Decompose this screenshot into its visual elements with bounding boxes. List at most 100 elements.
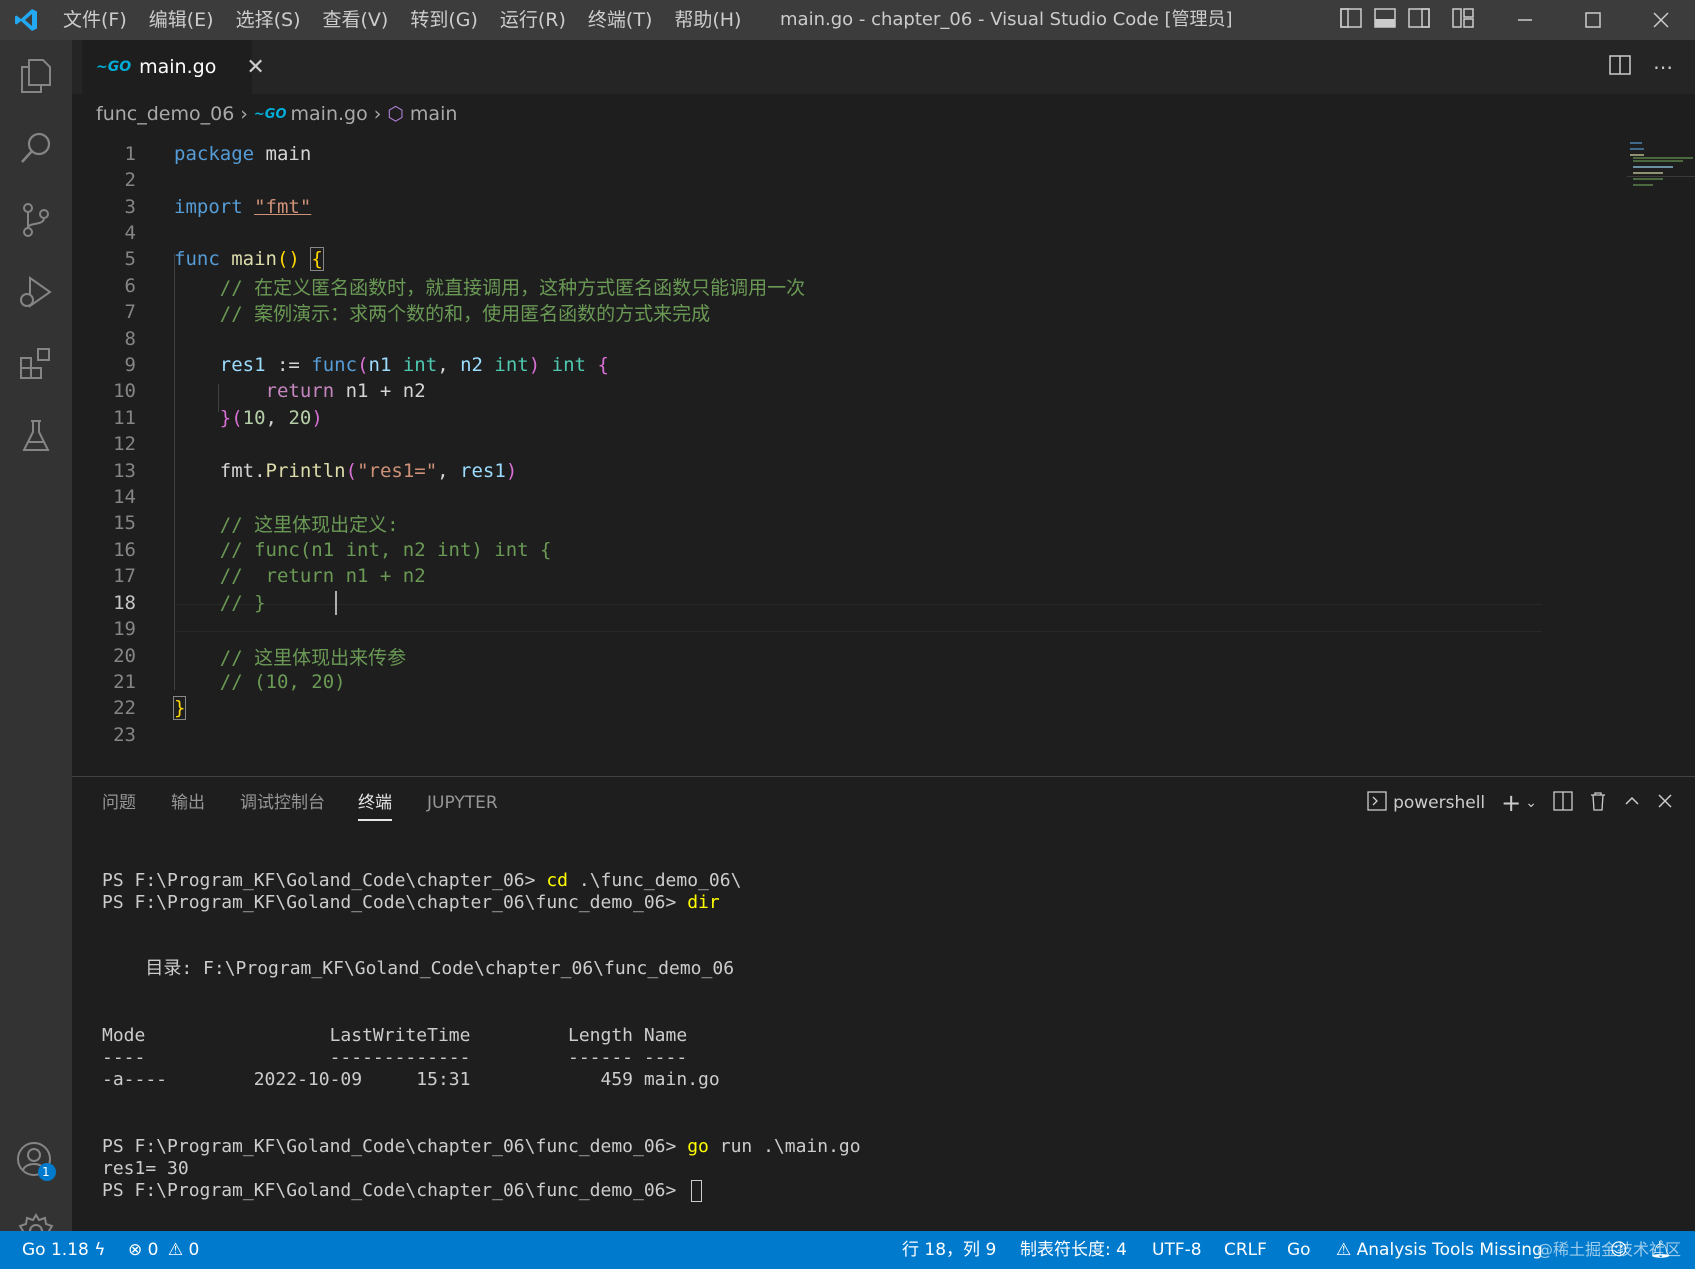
- terminal-command: dir: [687, 892, 720, 913]
- panel-actions: powershell + ⌄: [1367, 777, 1673, 829]
- line-number: 16: [113, 539, 136, 561]
- line-number: 15: [113, 512, 136, 534]
- line-number: 6: [124, 275, 136, 297]
- code-token: n2: [460, 354, 483, 376]
- code-token: "res1=": [357, 460, 438, 482]
- menu-go[interactable]: 转到(G): [399, 0, 489, 40]
- code-token: package: [174, 143, 255, 165]
- error-icon: ⊗: [128, 1240, 143, 1260]
- line-number: 9: [124, 354, 136, 376]
- code-editor[interactable]: 1 package main 2 3 import "fmt" 4 5 func…: [72, 140, 1542, 775]
- terminal-cursor: [691, 1180, 703, 1202]
- code-token: n1: [368, 354, 392, 376]
- terminal-line: 目录: F:\Program_KF\Goland_Code\chapter_06…: [102, 958, 735, 979]
- analysis-tools-status[interactable]: ⚠ Analysis Tools Missing: [1336, 1231, 1543, 1269]
- notifications-bell-icon[interactable]: 🔔︎: [1650, 1231, 1672, 1269]
- code-token: Println: [265, 460, 346, 482]
- breadcrumb-folder[interactable]: func_demo_06: [96, 103, 234, 125]
- terminal-shell-name[interactable]: powershell: [1393, 793, 1485, 813]
- terminal-args: .\func_demo_06\: [568, 870, 742, 891]
- line-number: 14: [113, 486, 136, 508]
- bottom-panel: 问题 输出 调试控制台 终端 JUPYTER powershell + ⌄ PS…: [72, 776, 1695, 1231]
- line-number: 13: [113, 460, 136, 482]
- code-token: 10: [242, 407, 266, 429]
- window-controls: [1491, 0, 1695, 40]
- tab-main-go[interactable]: ~GO main.go ✕: [82, 40, 265, 94]
- maximize-button[interactable]: [1559, 0, 1627, 40]
- split-terminal-icon[interactable]: [1553, 790, 1573, 816]
- code-token: func: [311, 354, 358, 376]
- search-icon[interactable]: [0, 112, 72, 184]
- toggle-secondary-sidebar-icon[interactable]: [1408, 8, 1430, 32]
- cursor-position[interactable]: 行 18，列 9: [902, 1231, 996, 1269]
- line-number: 21: [113, 671, 136, 693]
- go-version-status[interactable]: Go 1.18 ϟ: [22, 1231, 105, 1269]
- tab-debug-console[interactable]: 调试控制台: [240, 777, 325, 829]
- more-actions-icon[interactable]: ⋯: [1653, 55, 1673, 79]
- error-count: 0: [147, 1240, 159, 1260]
- close-tab-icon[interactable]: ✕: [246, 55, 264, 80]
- accounts-icon[interactable]: 1: [0, 1125, 72, 1197]
- chevron-right-icon: ›: [373, 103, 382, 125]
- maximize-panel-icon[interactable]: [1623, 792, 1641, 815]
- code-comment: // func(n1 int, n2 int) int {: [219, 539, 552, 561]
- run-debug-icon[interactable]: [0, 256, 72, 328]
- extensions-icon[interactable]: [0, 328, 72, 400]
- trash-icon[interactable]: [1589, 791, 1607, 816]
- testing-icon[interactable]: [0, 400, 72, 472]
- menu-terminal[interactable]: 终端(T): [577, 0, 663, 40]
- eol-status[interactable]: CRLF: [1224, 1231, 1267, 1269]
- close-window-button[interactable]: [1627, 0, 1695, 40]
- indentation-status[interactable]: 制表符长度: 4: [1020, 1231, 1127, 1269]
- menu-view[interactable]: 查看(V): [312, 0, 400, 40]
- breadcrumb-file[interactable]: main.go: [291, 103, 368, 125]
- go-file-icon: ~GO: [253, 106, 287, 122]
- source-control-icon[interactable]: [0, 184, 72, 256]
- menu-edit[interactable]: 编辑(E): [138, 0, 225, 40]
- code-token: import: [174, 196, 243, 218]
- menu-file[interactable]: 文件(F): [52, 0, 138, 40]
- line-number: 23: [113, 724, 136, 746]
- menu-selection[interactable]: 选择(S): [225, 0, 312, 40]
- line-number: 11: [113, 407, 136, 429]
- editor-tabs-bar: ~GO main.go ✕ ⋯: [72, 40, 1695, 94]
- customize-layout-icon[interactable]: [1452, 8, 1474, 32]
- minimap[interactable]: [1627, 140, 1695, 200]
- terminal-line: ---- ------------- ------ ----: [102, 1047, 688, 1068]
- menu-help[interactable]: 帮助(H): [663, 0, 752, 40]
- tab-output[interactable]: 输出: [171, 777, 205, 829]
- tab-problems[interactable]: 问题: [102, 777, 136, 829]
- warning-count: 0: [188, 1240, 200, 1260]
- editor-actions: ⋯: [1609, 40, 1673, 94]
- terminal-line: res1= 30: [102, 1158, 189, 1179]
- encoding-status[interactable]: UTF-8: [1152, 1231, 1202, 1269]
- code-token: int: [402, 354, 438, 376]
- toggle-primary-sidebar-icon[interactable]: [1340, 8, 1362, 32]
- line-number: 5: [124, 248, 136, 270]
- feedback-icon[interactable]: ☺: [1610, 1231, 1628, 1269]
- chevron-down-icon[interactable]: ⌄: [1525, 795, 1537, 811]
- line-number: 19: [113, 618, 136, 640]
- explorer-icon[interactable]: [0, 40, 72, 112]
- vscode-logo-icon: [0, 0, 52, 40]
- terminal-command: cd: [546, 870, 569, 891]
- minimize-button[interactable]: [1491, 0, 1559, 40]
- accounts-badge: 1: [42, 1165, 50, 1179]
- title-bar: 文件(F) 编辑(E) 选择(S) 查看(V) 转到(G) 运行(R) 终端(T…: [0, 0, 1695, 40]
- tab-terminal[interactable]: 终端: [358, 777, 392, 821]
- line-number: 12: [113, 433, 136, 455]
- toggle-panel-icon[interactable]: [1374, 8, 1396, 32]
- new-terminal-icon[interactable]: +: [1501, 789, 1521, 817]
- code-token: res1: [460, 460, 506, 482]
- terminal-line: -a---- 2022-10-09 15:31 459 main.go: [102, 1069, 720, 1090]
- status-bar: Go 1.18 ϟ ⊗ 0 ⚠ 0 行 18，列 9 制表符长度: 4 UTF-…: [0, 1231, 1695, 1269]
- code-token: return: [265, 380, 335, 402]
- tab-jupyter[interactable]: JUPYTER: [427, 777, 498, 829]
- menu-run[interactable]: 运行(R): [489, 0, 577, 40]
- problems-status[interactable]: ⊗ 0 ⚠ 0: [128, 1231, 199, 1269]
- breadcrumb-symbol[interactable]: main: [410, 103, 457, 125]
- terminal-args: run .\main.go: [708, 1136, 861, 1157]
- split-editor-icon[interactable]: [1609, 54, 1631, 80]
- language-mode[interactable]: Go: [1287, 1231, 1311, 1269]
- close-panel-icon[interactable]: [1657, 793, 1673, 814]
